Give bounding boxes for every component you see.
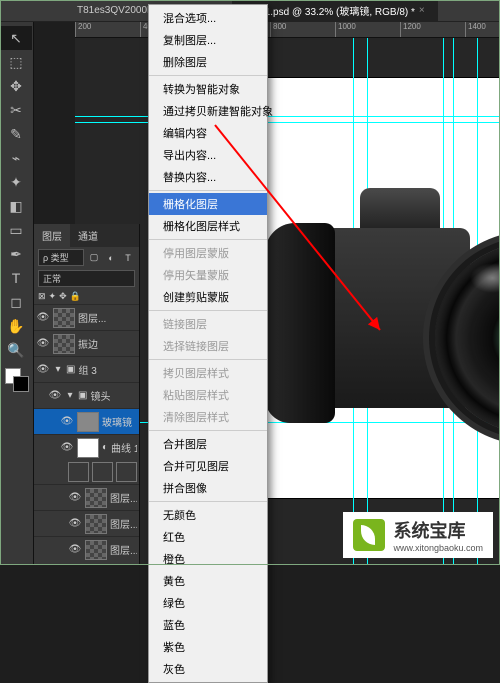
lock-icon[interactable]: ✦ — [49, 291, 57, 302]
menu-item[interactable]: 绿色 — [149, 592, 267, 614]
close-icon[interactable]: × — [419, 5, 425, 16]
menu-item[interactable]: 混合选项... — [149, 7, 267, 29]
visibility-icon[interactable]: 👁 — [36, 364, 50, 375]
menu-item: 停用图层蒙版 — [149, 242, 267, 264]
folder-icon: ▣ — [66, 364, 75, 375]
layer-row[interactable]: 👁图层... — [34, 510, 139, 536]
healing-tool[interactable]: ⌁ — [0, 146, 32, 170]
chevron-down-icon[interactable]: ▾ — [53, 364, 63, 375]
visibility-icon[interactable]: 👁 — [36, 338, 50, 349]
menu-item[interactable]: 创建剪贴蒙版 — [149, 286, 267, 308]
shape-tool[interactable]: ◻ — [0, 290, 32, 314]
menu-item: 粘贴图层样式 — [149, 384, 267, 406]
lock-icon[interactable]: ⊠ — [38, 291, 46, 302]
blend-mode[interactable]: 正常 — [38, 270, 135, 287]
lock-icon[interactable]: ✥ — [59, 291, 67, 302]
visibility-icon[interactable]: 👁 — [48, 390, 62, 401]
marquee-tool[interactable]: ⬚ — [0, 50, 32, 74]
menu-item[interactable]: 导出内容... — [149, 144, 267, 166]
crop-tool[interactable]: ✂ — [0, 98, 32, 122]
menu-item[interactable]: 栅格化图层 — [149, 193, 267, 215]
menu-item[interactable]: 灰色 — [149, 658, 267, 680]
camera-artwork — [270, 188, 500, 418]
menu-item[interactable]: 通过拷贝新建智能对象 — [149, 100, 267, 122]
menu-item[interactable]: 拼合图像 — [149, 477, 267, 499]
visibility-icon[interactable]: 👁 — [60, 416, 74, 427]
layer-row[interactable]: 👁图层... — [34, 484, 139, 510]
visibility-icon[interactable]: 👁 — [68, 518, 82, 529]
channels-tab[interactable]: 通道 — [70, 224, 106, 247]
menu-item[interactable]: 栅格化图层样式 — [149, 215, 267, 237]
stamp-tool[interactable]: ◧ — [0, 194, 32, 218]
watermark-logo-icon — [353, 519, 385, 551]
menu-item[interactable]: 替换内容... — [149, 166, 267, 188]
layer-row[interactable]: 👁图层... — [34, 304, 139, 330]
eyedropper-tool[interactable]: ✎ — [0, 122, 32, 146]
menu-item[interactable]: 蓝色 — [149, 614, 267, 636]
menu-item[interactable]: 合并图层 — [149, 433, 267, 455]
menu-item: 停用矢量蒙版 — [149, 264, 267, 286]
menu-item[interactable]: 橙色 — [149, 548, 267, 570]
menu-item[interactable]: 红色 — [149, 526, 267, 548]
curves-icon: ◐ — [102, 442, 108, 453]
mask-thumb[interactable] — [116, 462, 137, 482]
layer-row-selected[interactable]: 👁玻璃镜 — [34, 408, 139, 434]
guide[interactable] — [75, 116, 500, 117]
visibility-icon[interactable]: 👁 — [68, 492, 82, 503]
gradient-tool[interactable]: ▭ — [0, 218, 32, 242]
mask-row — [34, 460, 139, 484]
pen-tool[interactable]: ✒ — [0, 242, 32, 266]
menu-item[interactable]: 黄色 — [149, 570, 267, 592]
hand-tool[interactable]: ✋ — [0, 314, 32, 338]
watermark-title: 系统宝库 — [393, 517, 483, 543]
menu-item[interactable]: 紫色 — [149, 636, 267, 658]
menu-item[interactable]: 编辑内容 — [149, 122, 267, 144]
color-swatch[interactable] — [5, 368, 29, 392]
menu-item: 链接图层 — [149, 313, 267, 335]
visibility-icon[interactable]: 👁 — [68, 544, 82, 555]
menu-item[interactable]: 合并可见图层 — [149, 455, 267, 477]
layers-panel: 图层 通道 ρ 类型 ▢ ◐ T 正常 ⊠ ✦ ✥ 🔒 👁图层... 👁振边 👁… — [34, 224, 140, 565]
menu-item: 选择链接图层 — [149, 335, 267, 357]
zoom-tool[interactable]: 🔍 — [0, 338, 32, 362]
tools-panel: ↖ ⬚ ✥ ✂ ✎ ⌁ ✦ ◧ ▭ ✒ T ◻ ✋ 🔍 — [0, 22, 34, 565]
layer-context-menu: 混合选项...复制图层...删除图层转换为智能对象通过拷贝新建智能对象编辑内容导… — [148, 4, 268, 683]
watermark: 系统宝库 www.xitongbaoku.com — [343, 512, 493, 558]
lasso-tool[interactable]: ✥ — [0, 74, 32, 98]
visibility-icon[interactable]: 👁 — [60, 442, 74, 453]
mask-thumb[interactable] — [92, 462, 113, 482]
layer-group[interactable]: 👁▾▣组 3 — [34, 356, 139, 382]
menu-item: 清除图层样式 — [149, 406, 267, 428]
layer-group[interactable]: 👁▾▣镜头 — [34, 382, 139, 408]
guide[interactable] — [75, 122, 500, 123]
visibility-icon[interactable]: 👁 — [36, 312, 50, 323]
watermark-url: www.xitongbaoku.com — [393, 543, 483, 553]
lock-icon[interactable]: 🔒 — [70, 291, 81, 302]
brush-tool[interactable]: ✦ — [0, 170, 32, 194]
mask-thumb[interactable] — [68, 462, 89, 482]
ruler-horizontal: 200400600800100012001400 — [75, 22, 500, 38]
filter-type[interactable]: ρ 类型 — [38, 249, 84, 266]
menu-item[interactable]: 无颜色 — [149, 504, 267, 526]
layer-row[interactable]: 👁图层... — [34, 536, 139, 562]
type-tool[interactable]: T — [0, 266, 32, 290]
filter-icon[interactable]: T — [121, 253, 135, 263]
menu-item: 拷贝图层样式 — [149, 362, 267, 384]
filter-icon[interactable]: ▢ — [87, 252, 101, 263]
layer-row[interactable]: 👁振边 — [34, 330, 139, 356]
menu-item[interactable]: 删除图层 — [149, 51, 267, 73]
filter-icon[interactable]: ◐ — [104, 253, 118, 263]
folder-icon: ▣ — [78, 390, 87, 401]
menu-item[interactable]: 转换为智能对象 — [149, 78, 267, 100]
move-tool[interactable]: ↖ — [0, 26, 32, 50]
layers-tab[interactable]: 图层 — [34, 224, 70, 247]
menu-item[interactable]: 复制图层... — [149, 29, 267, 51]
adjustment-layer[interactable]: 👁◐曲线 1 — [34, 434, 139, 460]
chevron-down-icon[interactable]: ▾ — [65, 390, 75, 401]
